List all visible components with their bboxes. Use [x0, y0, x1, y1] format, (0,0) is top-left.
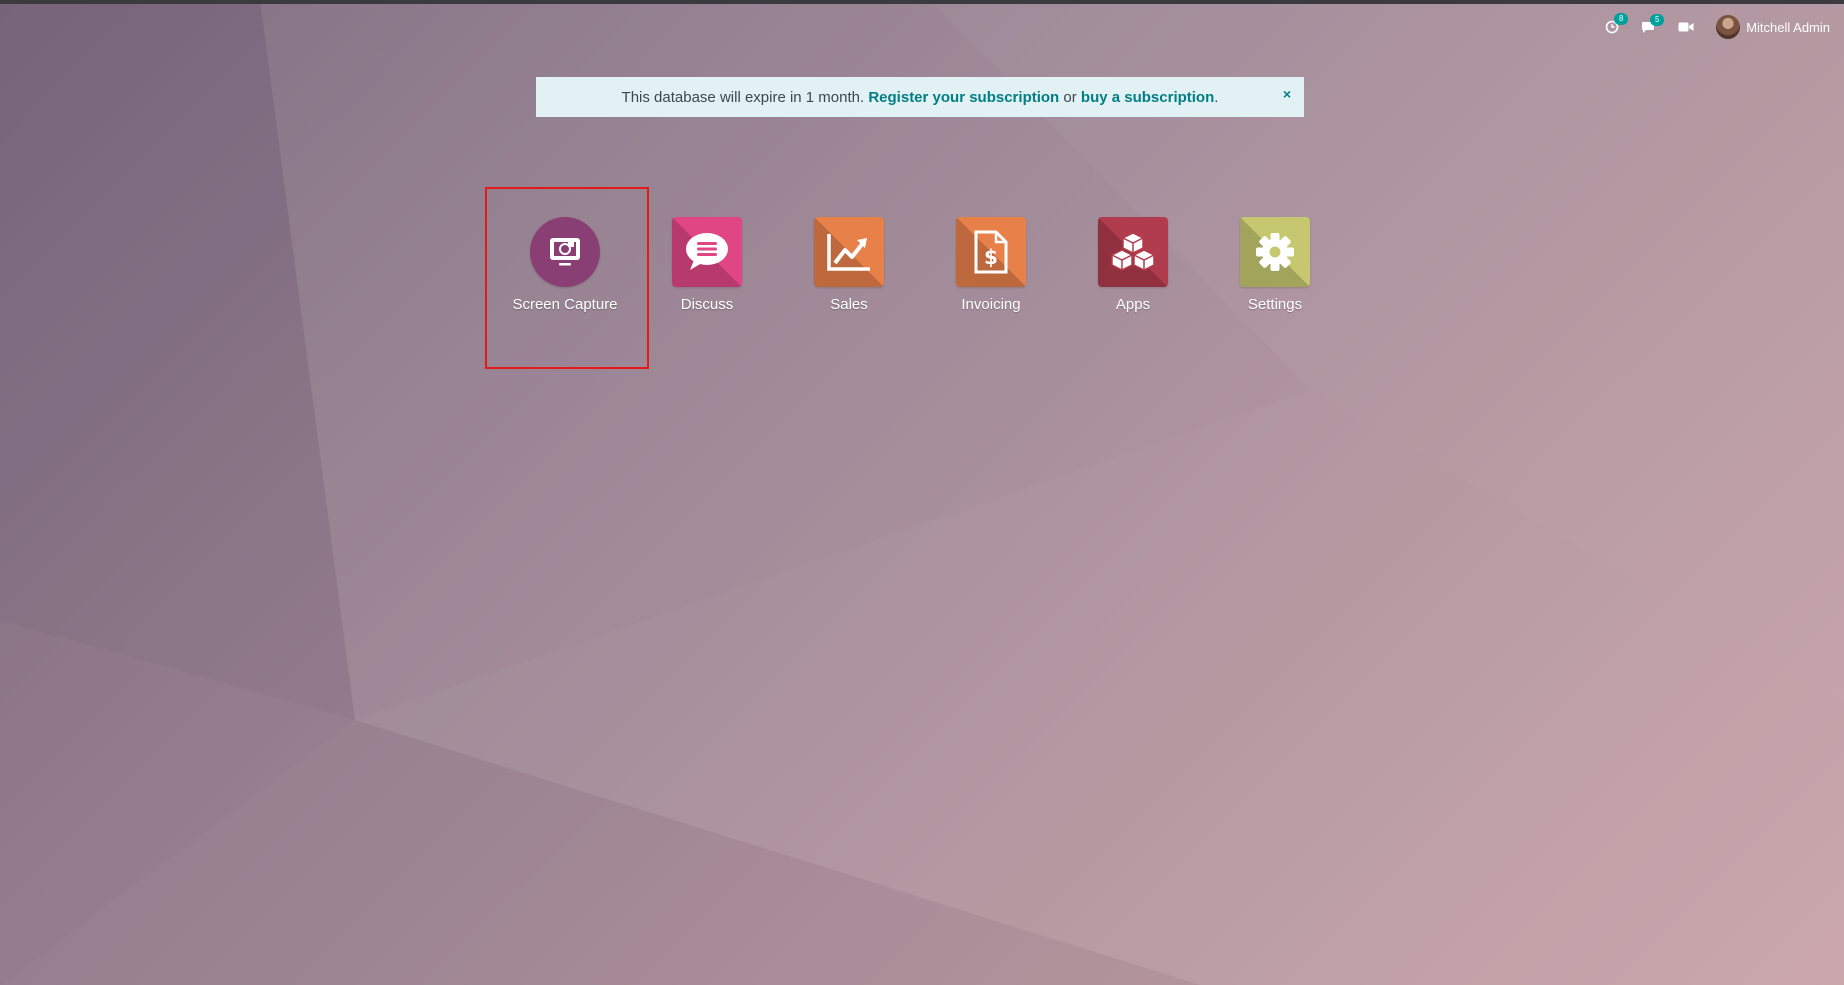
invoice-dollar-icon: $: [956, 217, 1026, 287]
app-label: Screen Capture: [512, 296, 618, 313]
alert-text-middle: or: [1059, 88, 1081, 106]
app-invoicing[interactable]: $ Invoicing: [920, 217, 1062, 313]
app-label: Invoicing: [961, 296, 1021, 313]
messages-badge: 5: [1650, 13, 1665, 26]
video-camera-icon: [1678, 21, 1694, 33]
app-label: Discuss: [680, 296, 734, 313]
chat-bubble-icon: [672, 217, 742, 287]
alert-text-before: This database will expire in 1 month.: [621, 88, 869, 106]
buy-subscription-link[interactable]: buy a subscription: [1081, 89, 1214, 106]
user-menu[interactable]: Mitchell Admin: [1716, 15, 1830, 39]
top-edge-bar: [0, 0, 1844, 4]
video-call-button[interactable]: [1678, 21, 1694, 33]
activities-badge: 8: [1614, 13, 1629, 25]
subscription-alert: This database will expire in 1 month. Re…: [536, 77, 1304, 117]
register-subscription-link[interactable]: Register your subscription: [868, 89, 1059, 106]
alert-text: This database will expire in 1 month. Re…: [622, 89, 1219, 106]
app-discuss[interactable]: Discuss: [636, 217, 778, 313]
gear-icon: [1240, 217, 1310, 287]
app-sales[interactable]: Sales: [778, 217, 920, 313]
cubes-icon: [1098, 217, 1168, 287]
svg-text:$: $: [984, 245, 998, 269]
alert-text-after: .: [1214, 88, 1219, 106]
systray: 8 5 Mitchell Admin: [1605, 13, 1830, 40]
app-settings[interactable]: Settings: [1204, 217, 1346, 313]
app-grid: Screen Capture Discuss Sales $ Invoicing…: [494, 217, 1346, 313]
app-apps[interactable]: Apps: [1062, 217, 1204, 313]
app-label: Sales: [830, 296, 868, 313]
alert-close-button[interactable]: ×: [1283, 86, 1291, 102]
app-label: Settings: [1247, 296, 1303, 313]
app-screen-capture[interactable]: Screen Capture: [494, 217, 636, 313]
activities-menu[interactable]: 8: [1605, 13, 1629, 34]
user-name: Mitchell Admin: [1746, 19, 1830, 35]
background-wallpaper: [0, 0, 1844, 985]
sales-chart-icon: [814, 217, 884, 287]
screen-capture-icon: [530, 217, 600, 287]
user-avatar: [1716, 15, 1741, 39]
messages-menu[interactable]: 5: [1641, 13, 1665, 34]
app-label: Apps: [1115, 296, 1151, 313]
